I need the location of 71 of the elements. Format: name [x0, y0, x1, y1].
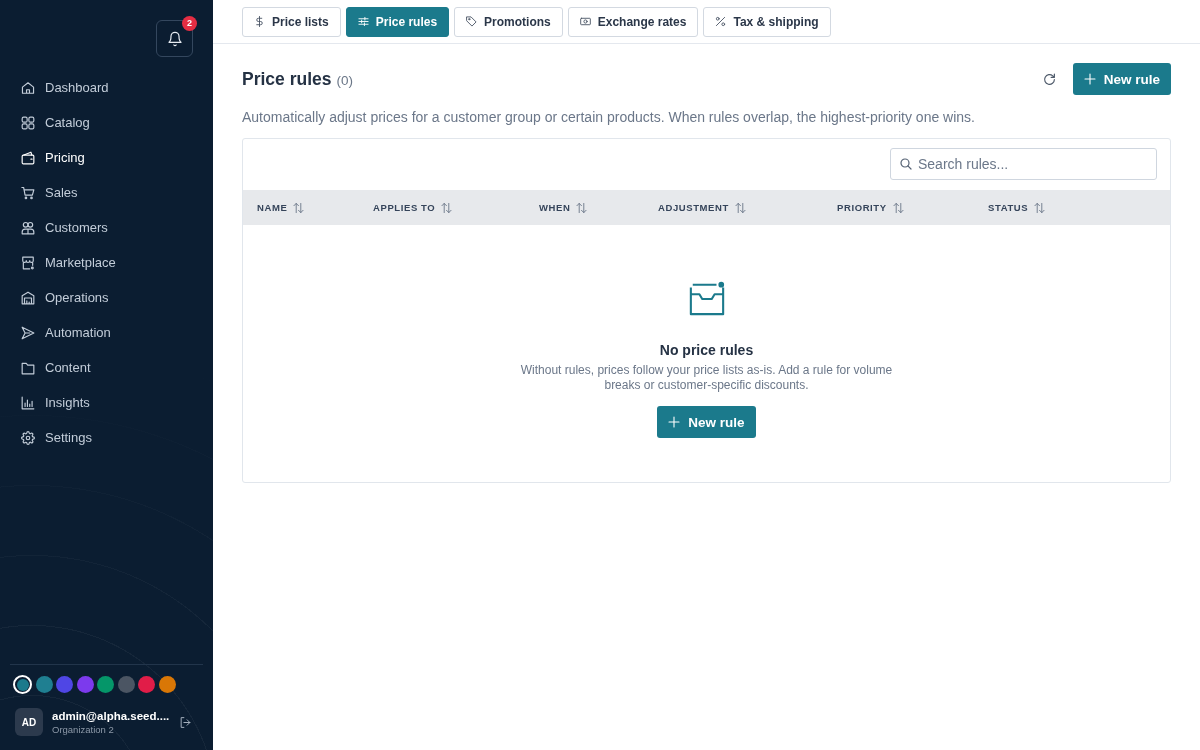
warehouse-icon [21, 290, 35, 305]
nav-item[interactable]: Pricing [0, 140, 213, 175]
nav-item[interactable]: Settings [0, 420, 213, 455]
nav-item[interactable]: Marketplace [0, 245, 213, 280]
plus-icon [668, 416, 681, 428]
tab[interactable]: Exchange rates [567, 6, 699, 37]
nav-item[interactable]: Insights [0, 385, 213, 420]
color-swatch-icon[interactable] [35, 675, 53, 693]
color-swatch-icon[interactable] [117, 675, 135, 693]
user-email: admin@alpha.seed.... [52, 709, 170, 722]
tab[interactable]: Promotions [454, 6, 563, 37]
sort-icon [1034, 201, 1046, 214]
tab[interactable]: Price lists [242, 6, 341, 37]
nav-item[interactable]: Automation [0, 315, 213, 350]
sliders-icon [357, 16, 369, 27]
empty-state-text: Without rules, prices follow your price lists as-is. Add a rule for volume breaks or customer-specific discounts. [519, 363, 894, 393]
column-header[interactable]: NAME [257, 201, 305, 214]
nav-item[interactable]: Dashboard [0, 70, 213, 105]
nav-item[interactable]: Catalog [0, 105, 213, 140]
bell-icon [166, 30, 183, 47]
tag-icon [466, 16, 478, 27]
tab[interactable]: Price rules [345, 6, 450, 37]
inbox-icon [687, 279, 726, 317]
refresh-icon[interactable] [1042, 72, 1056, 86]
user-avatar: AD [15, 708, 43, 736]
nav-item[interactable]: Operations [0, 280, 213, 315]
color-swatch-icon[interactable] [76, 675, 94, 693]
color-swatch-icon[interactable] [158, 675, 176, 693]
nav-item[interactable]: Content [0, 350, 213, 385]
column-header[interactable]: ADJUSTMENT [658, 201, 746, 214]
color-swatch-icon[interactable] [56, 675, 73, 693]
color-swatch-icon[interactable] [13, 674, 32, 694]
store-icon [21, 255, 35, 270]
sort-icon [441, 201, 453, 214]
new-rule-button[interactable]: New rule [657, 406, 756, 438]
plus-icon [1083, 73, 1096, 85]
nav-item[interactable]: Sales [0, 175, 213, 210]
empty-state-title: No price rules [659, 342, 754, 358]
new-rule-button[interactable]: New rule [1072, 63, 1171, 95]
cart-icon [21, 185, 35, 200]
rule-count: (0) [336, 72, 353, 88]
page-title: Price rules [242, 68, 332, 90]
nav-item[interactable]: Customers [0, 210, 213, 245]
search-icon [900, 158, 912, 170]
banknote-icon [579, 16, 591, 27]
color-swatch-icon[interactable] [138, 675, 155, 693]
sort-icon [576, 201, 588, 214]
percent-icon [715, 16, 727, 27]
users-icon [21, 220, 35, 235]
notification-badge: 2 [182, 16, 197, 31]
color-swatch-icon[interactable] [97, 675, 114, 693]
page-description: Automatically adjust prices for a customer group or certain products. When rules overlap, the highest-priority one wins. [242, 108, 976, 126]
sort-icon [892, 201, 904, 214]
settings-icon [21, 430, 35, 445]
search-field[interactable]: Search rules... [890, 148, 1157, 180]
send-icon [21, 325, 35, 340]
organization-name: Organization 2 [52, 723, 115, 735]
sort-icon [734, 201, 746, 214]
column-header[interactable]: STATUS [988, 201, 1046, 214]
home-icon [21, 80, 35, 95]
dollar-icon [254, 16, 265, 27]
bar-chart-icon [21, 395, 35, 410]
grid-icon [21, 115, 35, 130]
column-header[interactable]: PRIORITY [837, 201, 904, 214]
folder-icon [21, 360, 35, 375]
wallet-icon [21, 150, 35, 165]
logout-icon[interactable] [179, 715, 192, 729]
tab[interactable]: Tax & shipping [703, 6, 831, 37]
sort-icon [293, 201, 305, 214]
column-header[interactable]: WHEN [539, 201, 588, 214]
column-header[interactable]: APPLIES TO [373, 201, 453, 214]
